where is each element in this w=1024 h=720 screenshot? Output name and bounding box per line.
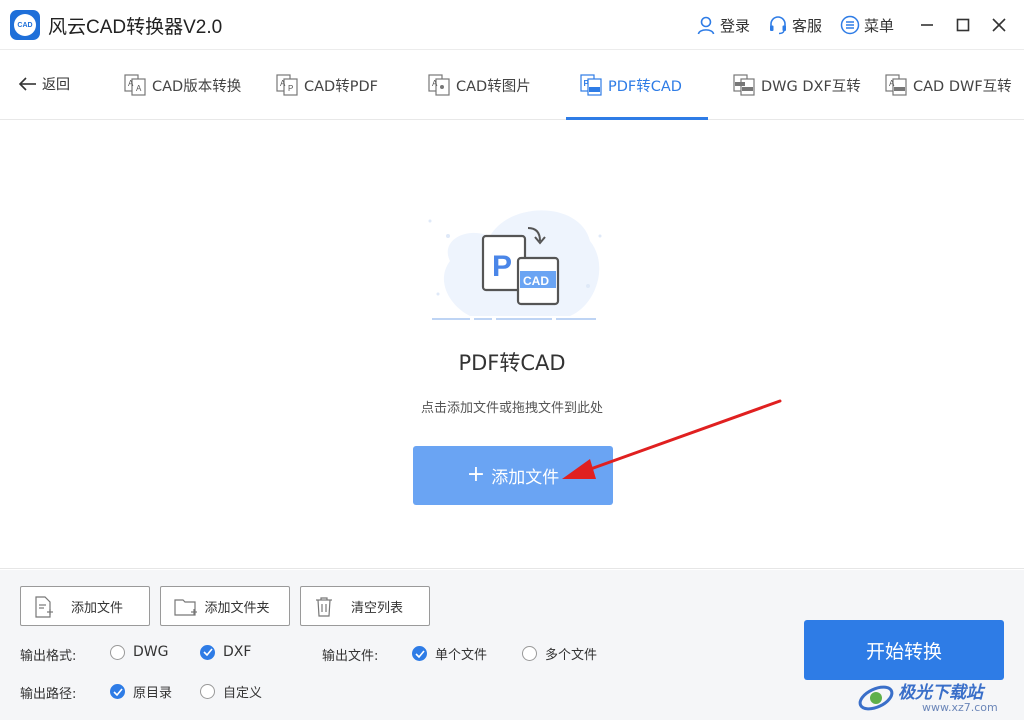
tab-cad-to-image[interactable]: A CAD转图片 [428, 50, 531, 120]
path-original-label: 原目录 [133, 686, 173, 701]
tab-label: CAD转PDF [304, 78, 378, 95]
output-format-label: 输出格式: [20, 649, 77, 664]
output-path-label: 输出路径: [20, 687, 77, 702]
minimize-button[interactable] [912, 10, 942, 40]
add-folder-label: 添加文件夹 [204, 600, 270, 616]
format-dxf-label: DXF [223, 644, 252, 660]
output-file-label: 输出文件: [322, 649, 379, 664]
tab-cad-dwf[interactable]: A CAD DWF互转 [885, 50, 1012, 120]
radio-checked-icon [412, 646, 427, 661]
clear-list-button[interactable]: 清空列表 [300, 586, 430, 626]
file-multi-label: 多个文件 [545, 648, 598, 663]
svg-text:A: A [128, 79, 134, 88]
bottom-panel: 添加文件 添加文件夹 清空列表 输出格式: DWG DXF 输出文件: 单个文件… [0, 570, 1024, 720]
tab-label: DWG DXF互转 [761, 78, 861, 95]
arrow-left-icon [18, 77, 36, 91]
service-label: 客服 [791, 16, 822, 35]
watermark-logo-icon [858, 685, 894, 711]
title-bar: CAD 风云CAD转换器V2.0 登录 客服 菜单 [0, 0, 1024, 50]
app-title: 风云CAD转换器V2.0 [48, 17, 223, 38]
path-custom-radio[interactable]: 自定义 [200, 682, 262, 701]
drop-zone-title: PDF转CAD [458, 351, 566, 375]
svg-text:A: A [889, 79, 895, 88]
file-drop-zone[interactable]: P CAD PDF转CAD 点击添加文件或拖拽文件到此处 + 添加文件 [0, 121, 1024, 569]
cad-dwf-icon: A [885, 74, 907, 96]
path-original-radio[interactable]: 原目录 [110, 682, 172, 701]
add-file-button[interactable]: 添加文件 [20, 586, 150, 626]
file-multi-radio[interactable]: 多个文件 [522, 644, 597, 663]
menu-icon [840, 15, 860, 35]
plus-icon: + [466, 462, 486, 487]
dwg-dxf-icon [733, 74, 755, 96]
pdf-to-cad-illustration: P CAD [428, 210, 602, 320]
tab-label: PDF转CAD [608, 78, 682, 95]
tab-cad-version[interactable]: AA CAD版本转换 [124, 50, 241, 120]
maximize-icon [956, 18, 970, 32]
radio-unchecked-icon [522, 646, 537, 661]
app-logo: CAD [10, 10, 40, 40]
tab-label: CAD DWF互转 [913, 78, 1012, 95]
start-convert-button[interactable]: 开始转换 [804, 620, 1004, 680]
back-label: 返回 [42, 77, 70, 93]
radio-unchecked-icon [200, 684, 215, 699]
drop-zone-hint: 点击添加文件或拖拽文件到此处 [420, 401, 603, 416]
cad-to-image-icon: A [428, 74, 450, 96]
site-watermark: 极光下载站 www.xz7.com [856, 678, 1016, 718]
add-folder-button[interactable]: 添加文件夹 [160, 586, 290, 626]
radio-checked-icon [200, 644, 215, 660]
function-tab-bar: 返回 AA CAD版本转换 AP CAD转PDF A CAD转图片 P PDF转… [0, 50, 1024, 120]
headset-icon [769, 16, 786, 35]
illustration-cad-label: CAD [523, 274, 549, 288]
pdf-to-cad-icon: P [580, 74, 602, 96]
minimize-icon [921, 24, 933, 26]
format-dwg-label: DWG [133, 644, 169, 660]
tab-dwg-dxf[interactable]: DWG DXF互转 [733, 50, 861, 120]
tab-label: CAD转图片 [456, 78, 531, 95]
radio-checked-icon [110, 684, 125, 699]
user-icon [697, 16, 715, 35]
maximize-button[interactable] [948, 10, 978, 40]
login-button[interactable]: 登录 [696, 15, 750, 36]
close-button[interactable] [984, 10, 1014, 40]
svg-text:A: A [136, 84, 142, 93]
svg-text:A: A [432, 79, 438, 88]
svg-text:P: P [584, 79, 590, 88]
radio-unchecked-icon [110, 644, 125, 660]
format-dwg-radio[interactable]: DWG [110, 644, 168, 660]
illustration-p-letter: P [492, 250, 512, 283]
menu-label: 菜单 [863, 16, 894, 35]
app-logo-text: CAD [14, 14, 36, 36]
cad-version-icon: AA [124, 74, 146, 96]
path-custom-label: 自定义 [223, 686, 263, 701]
back-button[interactable]: 返回 [18, 74, 70, 94]
svg-text:A: A [280, 79, 286, 88]
add-file-main-label: 添加文件 [491, 468, 560, 488]
service-button[interactable]: 客服 [768, 15, 822, 36]
watermark-text: 极光下载站 [898, 683, 983, 703]
menu-button[interactable]: 菜单 [840, 15, 894, 36]
watermark-url: www.xz7.com [922, 701, 998, 714]
clear-list-label: 清空列表 [350, 600, 403, 616]
close-icon [992, 18, 1006, 32]
add-file-label: 添加文件 [70, 600, 123, 616]
tab-pdf-to-cad[interactable]: P PDF转CAD [580, 50, 682, 120]
cad-to-pdf-icon: AP [276, 74, 298, 96]
svg-text:P: P [288, 84, 293, 93]
file-single-radio[interactable]: 单个文件 [412, 644, 487, 663]
file-single-label: 单个文件 [435, 648, 488, 663]
login-label: 登录 [719, 16, 750, 35]
tab-cad-to-pdf[interactable]: AP CAD转PDF [276, 50, 378, 120]
add-file-main-button[interactable]: + 添加文件 [413, 446, 613, 505]
format-dxf-radio[interactable]: DXF [200, 644, 251, 660]
tab-label: CAD版本转换 [152, 78, 242, 95]
active-tab-indicator [566, 117, 708, 120]
